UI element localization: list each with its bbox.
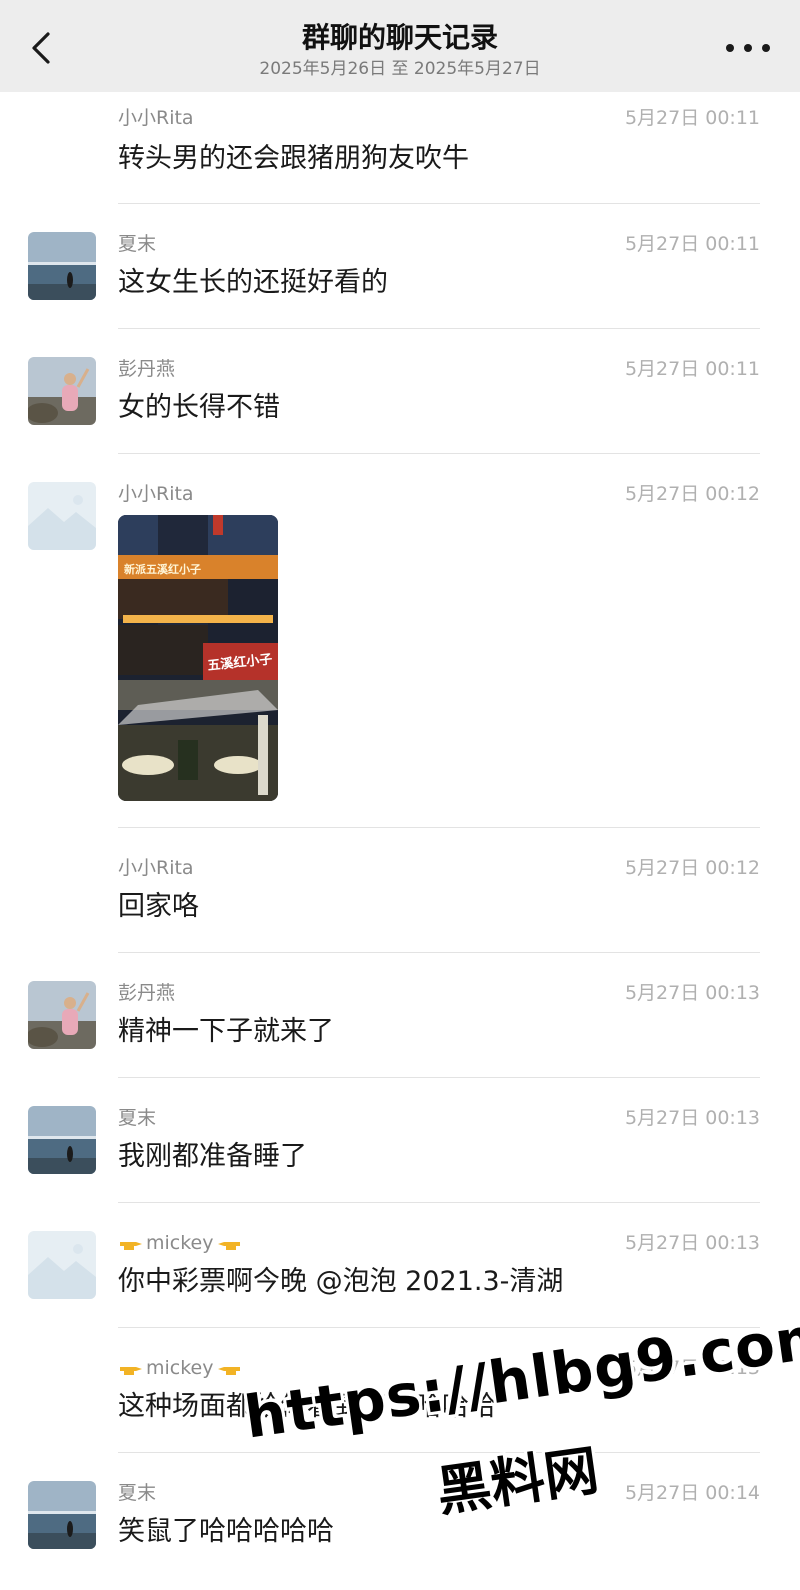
message-text: 我刚都准备睡了 (118, 1141, 307, 1172)
placeholder-avatar-icon (28, 1231, 96, 1299)
message-item[interactable]: 彭丹燕 5月27日 00:11 女的长得不错 (0, 329, 800, 454)
avatar[interactable] (28, 482, 96, 550)
pointing-right-hand-icon (120, 1241, 142, 1250)
sender-name: 夏末 (118, 1482, 157, 1504)
sea-photo-avatar (28, 232, 96, 300)
message-time: 5月27日 00:13 (624, 1107, 760, 1129)
avatar[interactable] (28, 357, 96, 425)
more-dot-icon (762, 44, 770, 52)
avatar[interactable] (28, 232, 96, 300)
sea-photo-avatar (28, 1481, 96, 1549)
message-item[interactable]: mickey 5月27日 00:13 你中彩票啊今晚 @泡泡 2021.3-清湖 (0, 1203, 800, 1328)
sea-photo-avatar (28, 1106, 96, 1174)
message-image[interactable]: 新派五溪红小子 五溪红小子 (118, 515, 278, 801)
sender-name: 夏末 (118, 233, 157, 255)
sender-label: mickey (146, 1357, 214, 1379)
message-text: 转头男的还会跟猪朋狗友吹牛 (118, 143, 469, 174)
sender-name: 夏末 (118, 1107, 157, 1129)
message-time: 5月27日 00:11 (624, 233, 760, 255)
message-item[interactable]: 夏末 5月27日 00:14 笑鼠了哈哈哈哈哈 (0, 1453, 800, 1578)
message-text: 笑鼠了哈哈哈哈哈 (118, 1516, 334, 1547)
message-time: 5月27日 00:14 (624, 1482, 760, 1504)
page-title: 群聊的聊天记录 (301, 21, 498, 54)
message-time: 5月27日 00:13 (624, 1232, 760, 1254)
message-text: 回家咯 (118, 891, 199, 922)
avatar[interactable] (28, 1231, 96, 1299)
message-text: 女的长得不错 (118, 392, 280, 423)
sender-name: 小小Rita (118, 857, 194, 879)
more-button[interactable] (726, 36, 770, 60)
back-button[interactable] (24, 28, 60, 68)
message-time: 5月27日 00:13 (624, 982, 760, 1004)
message-item[interactable]: 小小Rita 5月27日 00:12 回家咯 (0, 828, 800, 953)
sender-name: 小小Rita (118, 483, 194, 505)
message-item[interactable]: mickey 5月27日 00:13 这种场面都给你看到了，哈哈哈 (0, 1328, 800, 1453)
pointing-right-hand-icon (120, 1366, 142, 1375)
message-time: 5月27日 00:11 (624, 107, 760, 129)
beach-girl-photo-avatar (28, 981, 96, 1049)
message-item[interactable]: 小小Rita 5月27日 00:11 转头男的还会跟猪朋狗友吹牛 (0, 92, 800, 204)
sender-name: mickey (118, 1231, 242, 1255)
message-text: 你中彩票啊今晚 @泡泡 2021.3-清湖 (118, 1266, 564, 1297)
avatar[interactable] (28, 981, 96, 1049)
pointing-left-hand-icon (217, 1241, 240, 1250)
message-text: 这种场面都给你看到了，哈哈哈 (118, 1391, 496, 1422)
sender-name: 彭丹燕 (118, 982, 176, 1004)
sender-name: mickey (118, 1356, 242, 1380)
sender-label: mickey (146, 1232, 214, 1254)
pointing-left-hand-icon (217, 1366, 240, 1375)
more-dot-icon (726, 44, 734, 52)
avatar[interactable] (28, 1106, 96, 1174)
chevron-left-icon (32, 32, 50, 64)
restaurant-night-photo: 新派五溪红小子 五溪红小子 (118, 515, 278, 801)
top-bar: 群聊的聊天记录 2025年5月26日 至 2025年5月27日 (0, 0, 800, 92)
message-time: 5月27日 00:11 (624, 358, 760, 380)
message-text: 这女生长的还挺好看的 (118, 267, 388, 298)
sign-text-top: 新派五溪红小子 (124, 562, 201, 576)
more-dot-icon (744, 44, 752, 52)
message-item[interactable]: 小小Rita 5月27日 00:12 新派五溪红小子 五溪红小子 (0, 454, 800, 828)
message-time: 5月27日 00:13 (624, 1357, 760, 1379)
message-text: 精神一下子就来了 (118, 1016, 334, 1047)
message-time: 5月27日 00:12 (624, 483, 760, 505)
placeholder-avatar-icon (28, 482, 96, 550)
sender-name: 小小Rita (118, 107, 194, 129)
message-item[interactable]: 夏末 5月27日 00:13 我刚都准备睡了 (0, 1078, 800, 1203)
title-area: 群聊的聊天记录 2025年5月26日 至 2025年5月27日 (150, 20, 650, 80)
sender-name: 彭丹燕 (118, 358, 176, 380)
message-time: 5月27日 00:12 (624, 857, 760, 879)
message-item[interactable]: 彭丹燕 5月27日 00:13 精神一下子就来了 (0, 953, 800, 1078)
message-item[interactable]: 夏末 5月27日 00:11 这女生长的还挺好看的 (0, 204, 800, 329)
date-range: 2025年5月26日 至 2025年5月27日 (259, 59, 541, 79)
beach-girl-photo-avatar (28, 357, 96, 425)
avatar[interactable] (28, 1481, 96, 1549)
